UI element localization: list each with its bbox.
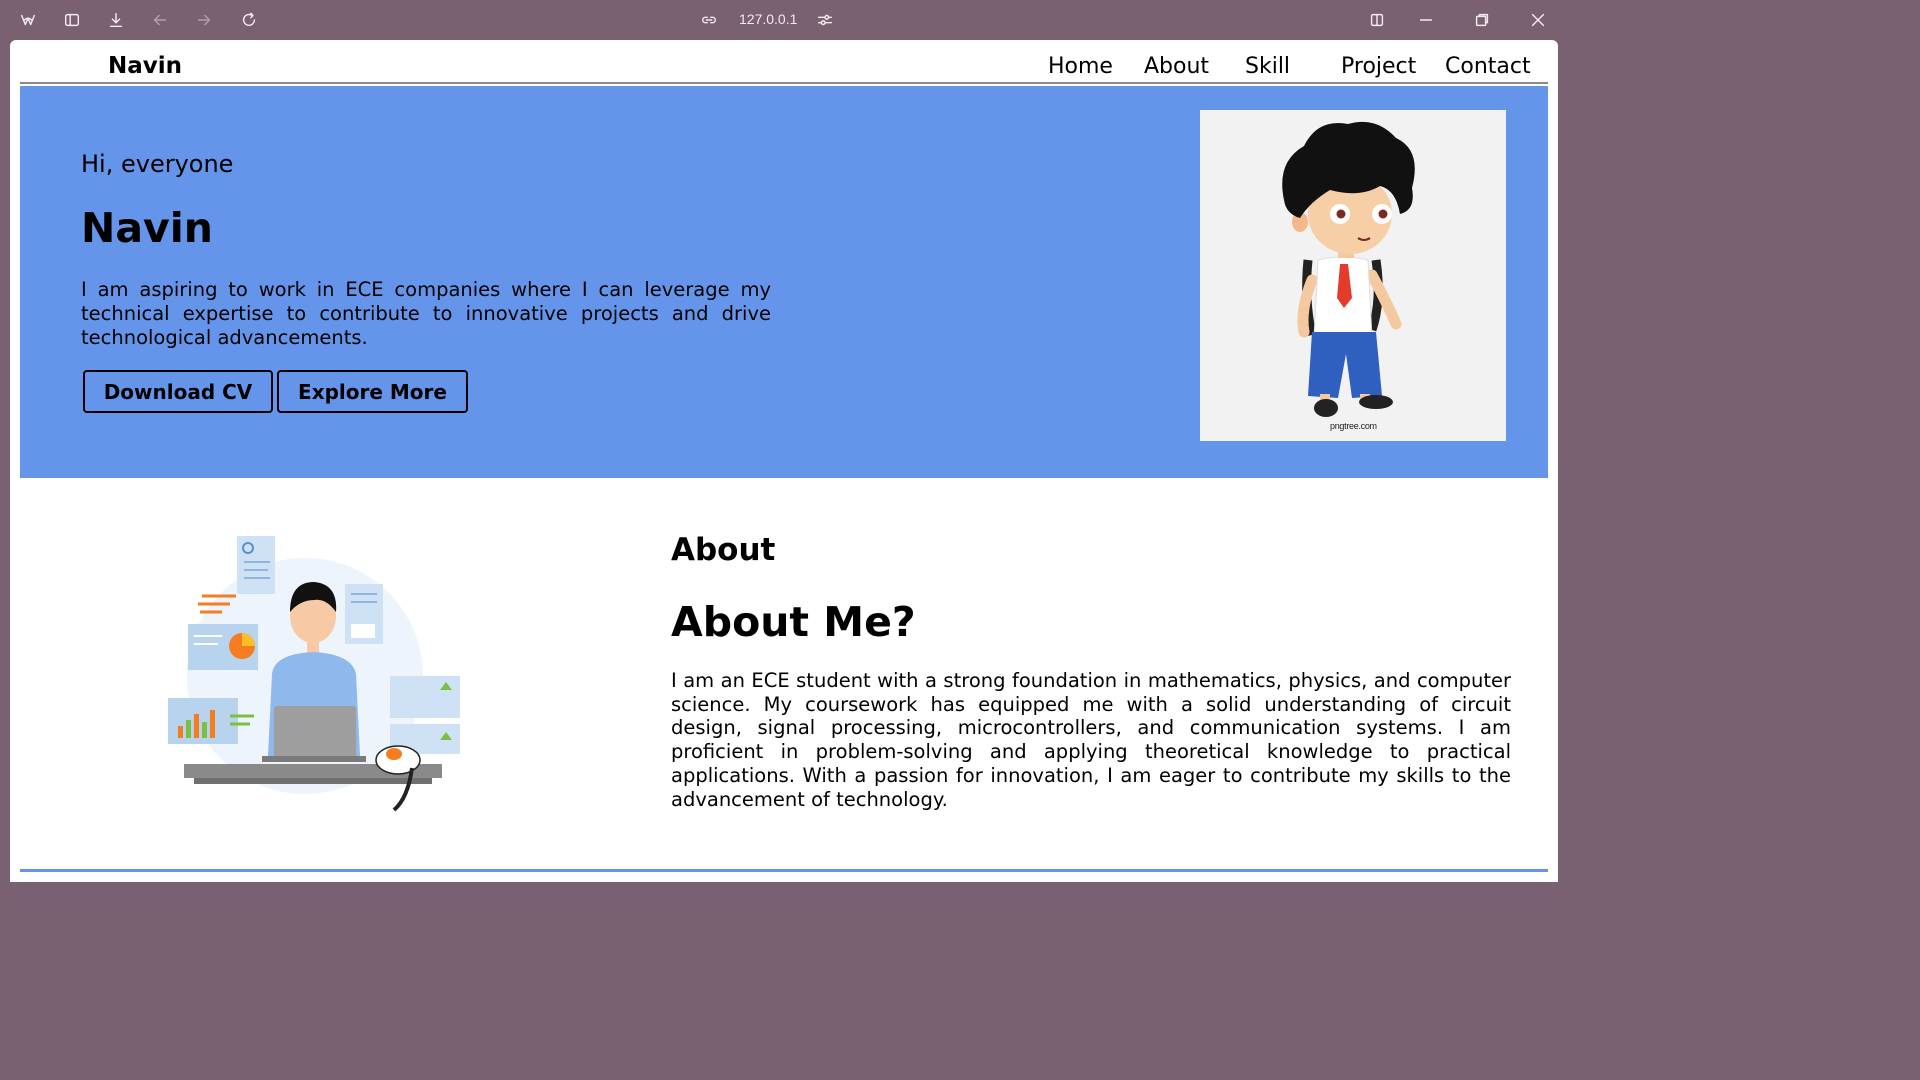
address-bar-url[interactable]: 127.0.0.1 bbox=[739, 11, 797, 27]
reload-icon[interactable] bbox=[237, 8, 261, 32]
explore-more-button[interactable]: Explore More bbox=[277, 370, 468, 413]
download-cv-button[interactable]: Download CV bbox=[83, 370, 273, 413]
hero-name: Navin bbox=[81, 204, 213, 252]
split-view-icon[interactable] bbox=[1365, 8, 1389, 32]
about-description: I am an ECE student with a strong founda… bbox=[671, 669, 1511, 811]
about-illustration bbox=[150, 528, 460, 818]
minimize-icon[interactable] bbox=[1414, 8, 1438, 32]
nav-link-home[interactable]: Home bbox=[1048, 54, 1113, 79]
hero-description: I am aspiring to work in ECE companies w… bbox=[81, 278, 771, 349]
browser-toolbar: 127.0.0.1 bbox=[0, 0, 1568, 40]
back-icon[interactable] bbox=[148, 8, 172, 32]
nav-link-contact[interactable]: Contact bbox=[1445, 54, 1531, 79]
about-title: About Me? bbox=[671, 598, 916, 646]
nav-link-project[interactable]: Project bbox=[1341, 54, 1416, 79]
hero-section: Hi, everyone Navin I am aspiring to work… bbox=[20, 86, 1548, 478]
sidebar-icon[interactable] bbox=[60, 8, 84, 32]
nav-link-skill[interactable]: Skill bbox=[1245, 54, 1290, 79]
hero-greeting: Hi, everyone bbox=[81, 150, 234, 178]
link-icon[interactable] bbox=[697, 8, 721, 32]
page-viewport: Navin Home About Skill Project Contact H… bbox=[10, 40, 1558, 882]
forward-icon[interactable] bbox=[192, 8, 216, 32]
next-section-edge bbox=[20, 869, 1548, 882]
close-icon[interactable] bbox=[1526, 8, 1550, 32]
nav-link-about[interactable]: About bbox=[1144, 54, 1209, 79]
restore-icon[interactable] bbox=[1470, 8, 1494, 32]
site-navbar: Navin Home About Skill Project Contact bbox=[20, 40, 1548, 84]
developer-at-laptop-illustration bbox=[168, 536, 460, 812]
cartoon-boy-illustration bbox=[1282, 121, 1415, 417]
app-logo-icon[interactable] bbox=[16, 8, 40, 32]
download-icon[interactable] bbox=[104, 8, 128, 32]
about-section-label: About bbox=[671, 532, 776, 568]
image-credit: pngtree.com bbox=[1330, 421, 1377, 431]
site-settings-icon[interactable] bbox=[813, 8, 837, 32]
site-brand[interactable]: Navin bbox=[108, 53, 182, 79]
profile-image: pngtree.com bbox=[1200, 110, 1506, 441]
